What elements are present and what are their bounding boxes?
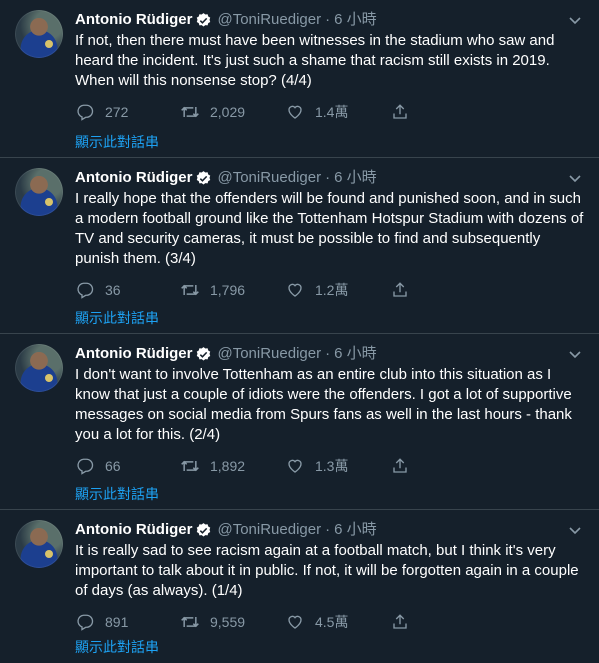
- reply-button[interactable]: 891: [75, 612, 180, 632]
- chevron-down-icon[interactable]: [566, 522, 584, 540]
- author-name[interactable]: Antonio Rüdiger: [75, 10, 192, 30]
- retweet-button[interactable]: 2,029: [180, 102, 285, 122]
- avatar[interactable]: [15, 168, 63, 216]
- tweet-header: Antonio Rüdiger @ToniRuediger · 6 小時: [75, 10, 585, 30]
- verified-badge-icon: [195, 346, 212, 363]
- separator-dot: ·: [325, 521, 331, 538]
- tweet-text: I don't want to involve Tottenham as an …: [75, 366, 572, 443]
- tweet-actions: 891 9,559 4.5萬: [75, 612, 585, 632]
- like-count: 4.5萬: [315, 614, 349, 630]
- retweet-count: 1,892: [210, 458, 246, 474]
- reply-button[interactable]: 36: [75, 280, 180, 300]
- retweet-button[interactable]: 1,796: [180, 280, 285, 300]
- separator-dot: ·: [325, 345, 331, 362]
- author-handle[interactable]: @ToniRuediger: [217, 10, 321, 30]
- tweet[interactable]: Antonio Rüdiger @ToniRuediger · 6 小時 It …: [0, 510, 599, 663]
- retweet-arrows-icon: [180, 456, 200, 476]
- timeline: Antonio Rüdiger @ToniRuediger · 6 小時 If …: [0, 0, 599, 663]
- reply-count: 66: [105, 458, 121, 474]
- tweet-header: Antonio Rüdiger @ToniRuediger · 6 小時: [75, 520, 585, 540]
- chevron-down-icon[interactable]: [566, 12, 584, 30]
- heart-icon: [285, 612, 305, 632]
- author-name[interactable]: Antonio Rüdiger: [75, 520, 192, 540]
- tweet-text: If not, then there must have been witnes…: [75, 32, 555, 89]
- share-button[interactable]: [390, 456, 410, 476]
- tweet-actions: 272 2,029 1.4萬: [75, 102, 585, 122]
- show-thread-link[interactable]: 顯示此對話串: [75, 485, 159, 503]
- author-handle[interactable]: @ToniRuediger: [217, 344, 321, 364]
- share-upload-icon: [390, 612, 410, 632]
- like-count: 1.4萬: [315, 104, 349, 120]
- separator-dot: ·: [325, 169, 331, 186]
- chevron-down-icon[interactable]: [566, 170, 584, 188]
- separator-dot: ·: [325, 11, 331, 28]
- show-thread-link[interactable]: 顯示此對話串: [75, 638, 159, 656]
- avatar[interactable]: [15, 520, 63, 568]
- like-button[interactable]: 1.3萬: [285, 456, 390, 476]
- tweet-text: I really hope that the offenders will be…: [75, 190, 584, 267]
- tweet-content: Antonio Rüdiger @ToniRuediger · 6 小時 I r…: [75, 168, 585, 300]
- retweet-button[interactable]: 1,892: [180, 456, 285, 476]
- verified-badge-icon: [195, 170, 212, 187]
- retweet-count: 2,029: [210, 104, 246, 120]
- tweet-timestamp[interactable]: 6 小時: [334, 10, 377, 30]
- show-thread-link[interactable]: 顯示此對話串: [75, 133, 159, 151]
- heart-icon: [285, 456, 305, 476]
- speech-bubble-icon: [75, 280, 95, 300]
- retweet-button[interactable]: 9,559: [180, 612, 285, 632]
- tweet-timestamp[interactable]: 6 小時: [334, 520, 377, 540]
- show-thread-link[interactable]: 顯示此對話串: [75, 309, 159, 327]
- reply-button[interactable]: 66: [75, 456, 180, 476]
- tweet-content: Antonio Rüdiger @ToniRuediger · 6 小時 It …: [75, 520, 585, 632]
- author-name[interactable]: Antonio Rüdiger: [75, 344, 192, 364]
- tweet-timestamp[interactable]: 6 小時: [334, 168, 377, 188]
- heart-icon: [285, 102, 305, 122]
- reply-count: 891: [105, 614, 129, 630]
- avatar[interactable]: [15, 10, 63, 58]
- tweet[interactable]: Antonio Rüdiger @ToniRuediger · 6 小時 I r…: [0, 158, 599, 334]
- tweet-header: Antonio Rüdiger @ToniRuediger · 6 小時: [75, 168, 585, 188]
- verified-badge-icon: [195, 522, 212, 539]
- speech-bubble-icon: [75, 102, 95, 122]
- retweet-count: 9,559: [210, 614, 246, 630]
- avatar[interactable]: [15, 344, 63, 392]
- share-button[interactable]: [390, 612, 410, 632]
- speech-bubble-icon: [75, 456, 95, 476]
- retweet-arrows-icon: [180, 280, 200, 300]
- like-button[interactable]: 1.2萬: [285, 280, 390, 300]
- share-upload-icon: [390, 456, 410, 476]
- share-upload-icon: [390, 280, 410, 300]
- author-handle[interactable]: @ToniRuediger: [217, 520, 321, 540]
- share-button[interactable]: [390, 280, 410, 300]
- tweet-content: Antonio Rüdiger @ToniRuediger · 6 小時 I d…: [75, 344, 585, 476]
- tweet[interactable]: Antonio Rüdiger @ToniRuediger · 6 小時 If …: [0, 0, 599, 158]
- retweet-count: 1,796: [210, 282, 246, 298]
- tweet-text: It is really sad to see racism again at …: [75, 542, 579, 599]
- reply-button[interactable]: 272: [75, 102, 180, 122]
- chevron-down-icon[interactable]: [566, 346, 584, 364]
- share-button[interactable]: [390, 102, 410, 122]
- speech-bubble-icon: [75, 612, 95, 632]
- reply-count: 36: [105, 282, 121, 298]
- author-name[interactable]: Antonio Rüdiger: [75, 168, 192, 188]
- like-count: 1.2萬: [315, 282, 349, 298]
- like-button[interactable]: 1.4萬: [285, 102, 390, 122]
- heart-icon: [285, 280, 305, 300]
- tweet-header: Antonio Rüdiger @ToniRuediger · 6 小時: [75, 344, 585, 364]
- tweet-actions: 36 1,796 1.2萬: [75, 280, 585, 300]
- tweet-content: Antonio Rüdiger @ToniRuediger · 6 小時 If …: [75, 10, 585, 122]
- verified-badge-icon: [195, 12, 212, 29]
- tweet[interactable]: Antonio Rüdiger @ToniRuediger · 6 小時 I d…: [0, 334, 599, 510]
- share-upload-icon: [390, 102, 410, 122]
- like-count: 1.3萬: [315, 458, 349, 474]
- tweet-timestamp[interactable]: 6 小時: [334, 344, 377, 364]
- tweet-actions: 66 1,892 1.3萬: [75, 456, 585, 476]
- retweet-arrows-icon: [180, 102, 200, 122]
- like-button[interactable]: 4.5萬: [285, 612, 390, 632]
- reply-count: 272: [105, 104, 129, 120]
- retweet-arrows-icon: [180, 612, 200, 632]
- author-handle[interactable]: @ToniRuediger: [217, 168, 321, 188]
